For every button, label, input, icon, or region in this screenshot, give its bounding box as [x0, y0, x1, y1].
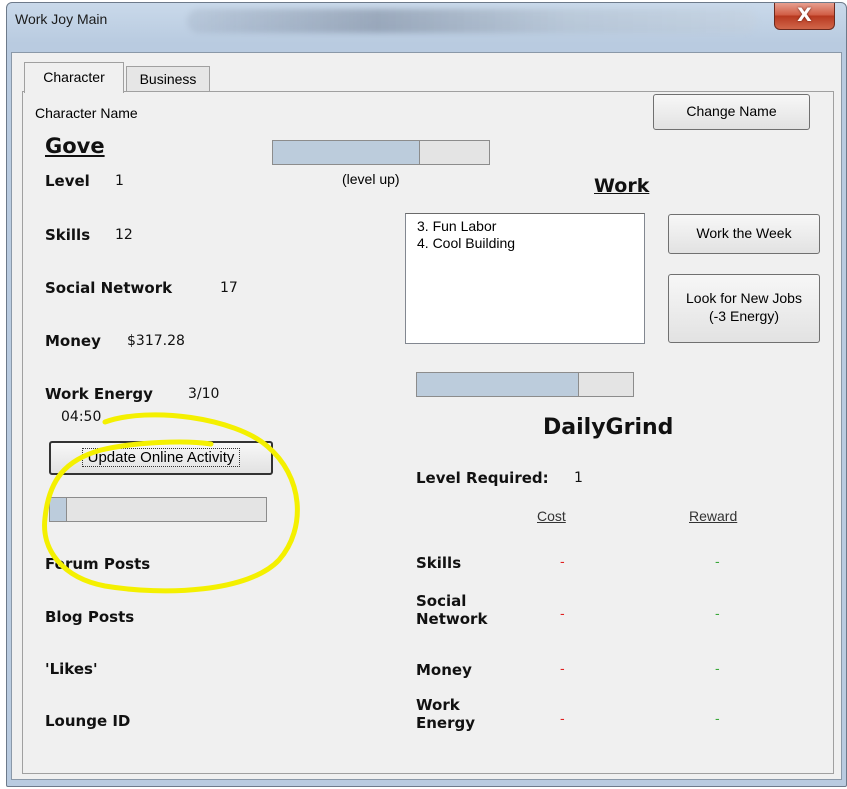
row-work-energy-label: Work Energy [416, 696, 475, 732]
row-work-energy-cost: - [560, 710, 565, 726]
close-button[interactable]: X [774, 3, 835, 30]
social-network-value: 17 [220, 280, 238, 296]
level-value: 1 [115, 173, 124, 189]
lounge-id-label: Lounge ID [45, 712, 131, 730]
level-required-value: 1 [574, 470, 583, 486]
likes-label: 'Likes' [45, 660, 98, 678]
row-social-network-label: Social Network [416, 592, 487, 628]
row-work-energy-reward: - [715, 710, 720, 726]
skills-value: 12 [115, 227, 133, 243]
social-network-label: Social Network [45, 279, 173, 297]
work-progress-bar [416, 372, 634, 397]
row-work-label-line2: Energy [416, 714, 476, 732]
work-energy-label: Work Energy [45, 385, 153, 403]
close-icon: X [797, 4, 812, 26]
look-for-new-jobs-cost: (-3 Energy) [708, 308, 780, 324]
row-social-label-line2: Network [416, 610, 488, 628]
work-progress-fill [417, 373, 579, 396]
character-name-caption: Character Name [35, 105, 138, 121]
highlight-annotation [42, 412, 300, 594]
character-name: Gove [45, 134, 105, 158]
row-skills-label: Skills [416, 554, 462, 572]
change-name-button[interactable]: Change Name [653, 94, 810, 130]
blog-posts-label: Blog Posts [45, 608, 135, 626]
jobs-listbox[interactable]: 3. Fun Labor 4. Cool Building [405, 213, 645, 344]
row-skills-cost: - [560, 553, 565, 569]
job-name: DailyGrind [543, 415, 674, 440]
job-item-fun-labor[interactable]: 3. Fun Labor [417, 218, 644, 235]
skills-label: Skills [45, 226, 91, 244]
main-window: Work Joy Main X Character Business Chara… [6, 2, 847, 787]
cost-header: Cost [537, 508, 566, 524]
reward-header: Reward [689, 508, 738, 524]
level-required-label: Level Required: [416, 469, 549, 487]
row-social-network-reward: - [715, 605, 720, 621]
level-label: Level [45, 172, 90, 190]
look-for-new-jobs-button[interactable]: Look for New Jobs (-3 Energy) [668, 274, 820, 343]
level-up-text: (level up) [342, 171, 400, 187]
level-progress-bar [272, 140, 490, 165]
window-title: Work Joy Main [15, 11, 108, 27]
titlebar-background [187, 9, 757, 33]
row-money-label: Money [416, 661, 472, 679]
work-the-week-button[interactable]: Work the Week [668, 214, 820, 254]
tab-character[interactable]: Character [24, 62, 124, 93]
work-heading: Work [594, 175, 650, 197]
row-money-reward: - [715, 660, 720, 676]
work-energy-value: 3/10 [188, 386, 220, 402]
level-progress-fill [273, 141, 420, 164]
look-for-new-jobs-label: Look for New Jobs [686, 290, 802, 306]
money-label: Money [45, 332, 101, 350]
row-money-cost: - [560, 660, 565, 676]
job-item-cool-building[interactable]: 4. Cool Building [417, 235, 644, 252]
money-value: $317.28 [127, 333, 185, 349]
row-social-label-line1: Social [416, 592, 467, 610]
row-work-label-line1: Work [416, 696, 460, 714]
row-skills-reward: - [715, 553, 720, 569]
highlight-stroke [42, 412, 300, 594]
row-social-network-cost: - [560, 605, 565, 621]
tab-business[interactable]: Business [126, 66, 210, 92]
